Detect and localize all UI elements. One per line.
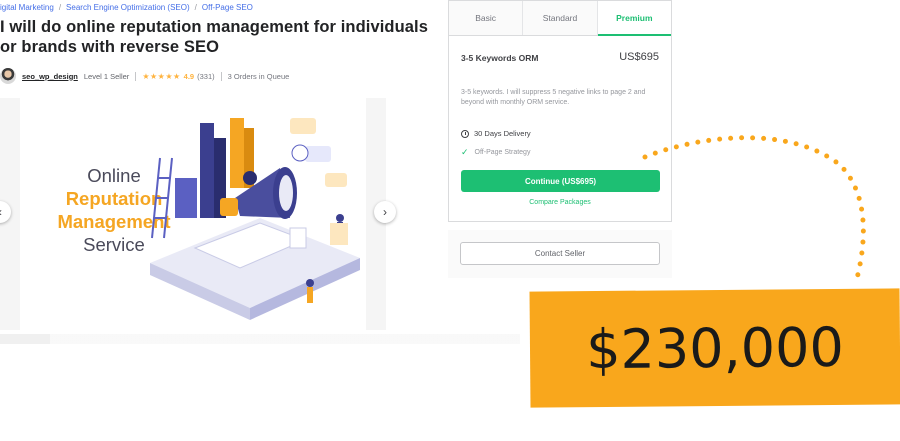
breadcrumb-separator: / (58, 3, 62, 12)
gallery-next-button[interactable]: › (374, 201, 396, 223)
review-count[interactable]: (331) (197, 71, 222, 81)
breadcrumb-separator: / (194, 3, 197, 12)
star-rating-icon: ★★★★★ (142, 71, 181, 81)
orders-in-queue: 3 Orders in Queue (227, 71, 290, 81)
breadcrumb-item-off-page-seo[interactable]: Off-Page SEO (202, 3, 253, 12)
continue-button[interactable]: Continue (US$695) (461, 170, 660, 192)
seller-username[interactable]: seo_wp_design (22, 72, 78, 81)
rating-value: 4.9 (183, 71, 195, 81)
reputation-illustration (150, 118, 360, 320)
gallery-slide[interactable]: Online Reputation Management Service (20, 98, 366, 330)
package-description: 3-5 keywords. I will suppress 5 negative… (461, 89, 646, 106)
feature-label: Off-Page Strategy (474, 149, 531, 156)
seller-level: Level 1 Seller (84, 71, 137, 81)
tab-premium[interactable]: Premium (597, 1, 672, 36)
avatar[interactable] (0, 68, 16, 84)
highlight-amount: $230,000 (585, 315, 845, 381)
delivery-time: 30 Days Delivery (461, 129, 531, 138)
image-gallery: Online Reputation Management Service › (0, 98, 396, 330)
contact-section: Contact Seller (448, 230, 672, 278)
seller-info: seo_wp_design Level 1 Seller ★★★★★ 4.9 (… (0, 68, 289, 84)
package-name: 3-5 Keywords ORM (461, 53, 539, 63)
contact-seller-button[interactable]: Contact Seller (460, 242, 660, 265)
chevron-left-icon: ‹ (0, 205, 2, 219)
gallery-prev-button[interactable]: ‹ (0, 201, 11, 223)
tab-basic[interactable]: Basic (449, 1, 524, 35)
compare-packages-link[interactable]: Compare Packages (449, 199, 671, 206)
package-tabs: Basic Standard Premium (449, 1, 672, 36)
delivery-label: 30 Days Delivery (474, 129, 531, 138)
breadcrumb: igital Marketing / Search Engine Optimiz… (0, 3, 253, 12)
package-price: US$695 (619, 51, 659, 63)
tab-standard[interactable]: Standard (523, 1, 598, 35)
package-feature: ✓ Off-Page Strategy (461, 147, 530, 158)
chevron-right-icon: › (383, 205, 387, 219)
gig-title: I will do online reputation management f… (0, 18, 429, 56)
price-highlight-tag: $230,000 (529, 288, 900, 408)
clock-icon (461, 129, 469, 138)
package-panel: Basic Standard Premium 3-5 Keywords ORM … (448, 0, 672, 222)
breadcrumb-item-digital-marketing[interactable]: igital Marketing (0, 3, 54, 12)
check-icon: ✓ (461, 147, 469, 157)
gallery-thumbnails[interactable] (0, 334, 520, 344)
breadcrumb-item-seo[interactable]: Search Engine Optimization (SEO) (66, 3, 190, 12)
